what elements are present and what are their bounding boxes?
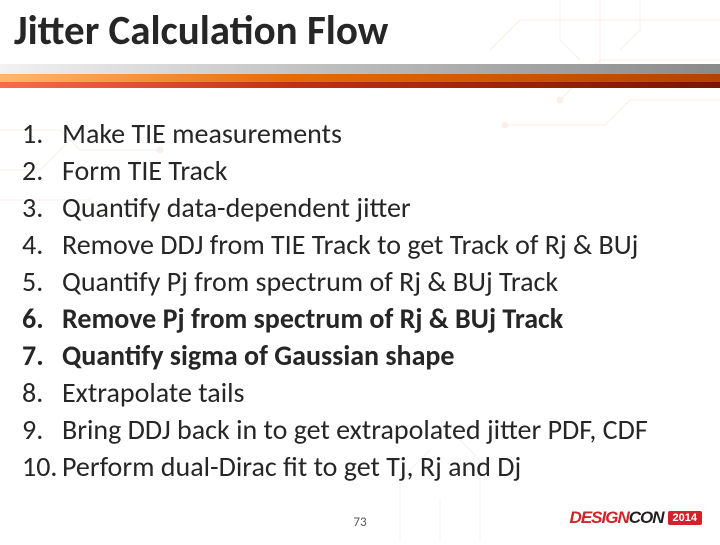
step-item: Quantify Pj from spectrum of Rj & BUj Tr… xyxy=(22,264,702,301)
step-item: Quantify sigma of Gaussian shape xyxy=(22,338,702,375)
step-text: Remove DDJ from TIE Track to get Track o… xyxy=(62,227,638,264)
logo-year-badge: 2014 xyxy=(668,511,702,525)
step-text: Quantify Pj from spectrum of Rj & BUj Tr… xyxy=(62,264,558,301)
step-item: Extrapolate tails xyxy=(22,375,702,412)
designcon-logo: DESIGNCON 2014 xyxy=(570,508,702,528)
step-text: Form TIE Track xyxy=(62,153,227,190)
step-text: Extrapolate tails xyxy=(62,375,245,412)
step-text: Bring DDJ back in to get extrapolated ji… xyxy=(62,412,648,449)
step-text: Make TIE measurements xyxy=(62,116,342,153)
step-item: Quantify data-dependent jitter xyxy=(22,190,702,227)
step-item: Perform dual-Dirac fit to get Tj, Rj and… xyxy=(22,449,702,486)
bar-orange xyxy=(0,74,720,82)
step-text: Perform dual-Dirac fit to get Tj, Rj and… xyxy=(62,449,521,486)
step-item: Remove Pj from spectrum of Rj & BUj Trac… xyxy=(22,301,702,338)
step-text: Quantify data-dependent jitter xyxy=(62,190,411,227)
logo-text: DESIGNCON xyxy=(570,508,664,528)
step-item: Remove DDJ from TIE Track to get Track o… xyxy=(22,227,702,264)
step-text: Quantify sigma of Gaussian shape xyxy=(62,338,455,375)
step-item: Make TIE measurements xyxy=(22,116,702,153)
content-area: Make TIE measurementsForm TIE TrackQuant… xyxy=(22,116,702,486)
accent-bars xyxy=(0,64,720,88)
steps-list: Make TIE measurementsForm TIE TrackQuant… xyxy=(22,116,702,486)
step-text: Remove Pj from spectrum of Rj & BUj Trac… xyxy=(62,301,563,338)
step-item: Bring DDJ back in to get extrapolated ji… xyxy=(22,412,702,449)
logo-text-con: CON xyxy=(629,508,664,527)
title-wrap: Jitter Calculation Flow xyxy=(14,6,388,56)
bar-red xyxy=(0,82,720,88)
logo-text-design: DESIGN xyxy=(570,508,629,527)
step-item: Form TIE Track xyxy=(22,153,702,190)
slide-title: Jitter Calculation Flow xyxy=(14,6,388,56)
